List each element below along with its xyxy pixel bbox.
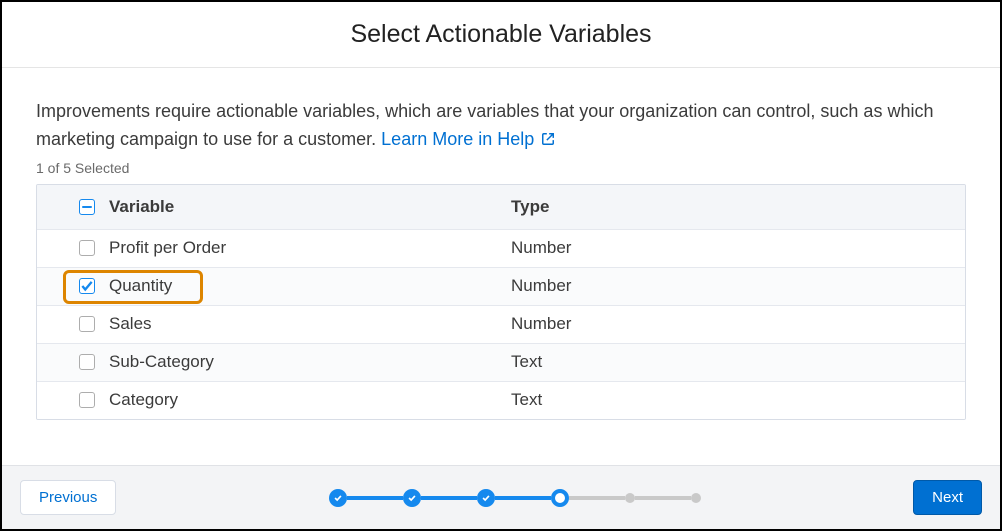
learn-more-label: Learn More in Help (381, 129, 534, 149)
table-row[interactable]: CategoryText (37, 381, 965, 419)
column-header-variable[interactable]: Variable (81, 197, 511, 217)
step-done[interactable] (329, 489, 347, 507)
row-variable-cell: Sub-Category (81, 352, 511, 372)
minus-icon (82, 206, 92, 209)
step-done[interactable] (403, 489, 421, 507)
dialog-header: Select Actionable Variables (2, 2, 1000, 67)
table-row[interactable]: QuantityNumber (37, 267, 965, 305)
row-checkbox[interactable] (79, 278, 95, 294)
check-icon (333, 493, 343, 503)
selection-count: 1 of 5 Selected (36, 160, 966, 176)
check-icon (407, 493, 417, 503)
step-current[interactable] (551, 489, 569, 507)
row-type-cell: Text (511, 390, 953, 410)
learn-more-link[interactable]: Learn More in Help (381, 129, 555, 149)
row-type-cell: Text (511, 352, 953, 372)
dialog-footer: Previous Next (2, 465, 1000, 529)
table-row[interactable]: Profit per OrderNumber (37, 229, 965, 267)
step-connector (635, 496, 691, 500)
step-connector (569, 496, 625, 500)
wizard-dialog: Select Actionable Variables Improvements… (0, 0, 1002, 531)
row-variable-cell: Category (81, 390, 511, 410)
row-checkbox[interactable] (79, 354, 95, 370)
row-variable-cell: Quantity (81, 276, 511, 296)
row-type-cell: Number (511, 276, 953, 296)
row-variable-cell: Sales (81, 314, 511, 334)
row-checkbox[interactable] (79, 240, 95, 256)
row-type-cell: Number (511, 314, 953, 334)
table-row[interactable]: Sub-CategoryText (37, 343, 965, 381)
progress-stepper (116, 489, 913, 507)
table-row[interactable]: SalesNumber (37, 305, 965, 343)
description-text: Improvements require actionable variable… (36, 98, 966, 154)
table-header-row: Variable Type (37, 185, 965, 229)
row-type-cell: Number (511, 238, 953, 258)
dialog-body: Improvements require actionable variable… (2, 68, 1000, 465)
external-link-icon (541, 132, 555, 146)
previous-button[interactable]: Previous (20, 480, 116, 515)
row-variable-cell: Profit per Order (81, 238, 511, 258)
step-done[interactable] (477, 489, 495, 507)
variables-table: Variable Type Profit per OrderNumberQuan… (36, 184, 966, 420)
next-button[interactable]: Next (913, 480, 982, 515)
row-checkbox[interactable] (79, 392, 95, 408)
check-icon (481, 493, 491, 503)
check-icon (80, 279, 94, 293)
select-all-checkbox[interactable] (79, 199, 95, 215)
step-connector (421, 496, 477, 500)
step-future (625, 493, 635, 503)
page-title: Select Actionable Variables (2, 20, 1000, 49)
column-header-type[interactable]: Type (511, 197, 953, 217)
step-connector (495, 496, 551, 500)
row-checkbox[interactable] (79, 316, 95, 332)
step-connector (347, 496, 403, 500)
step-future (691, 493, 701, 503)
